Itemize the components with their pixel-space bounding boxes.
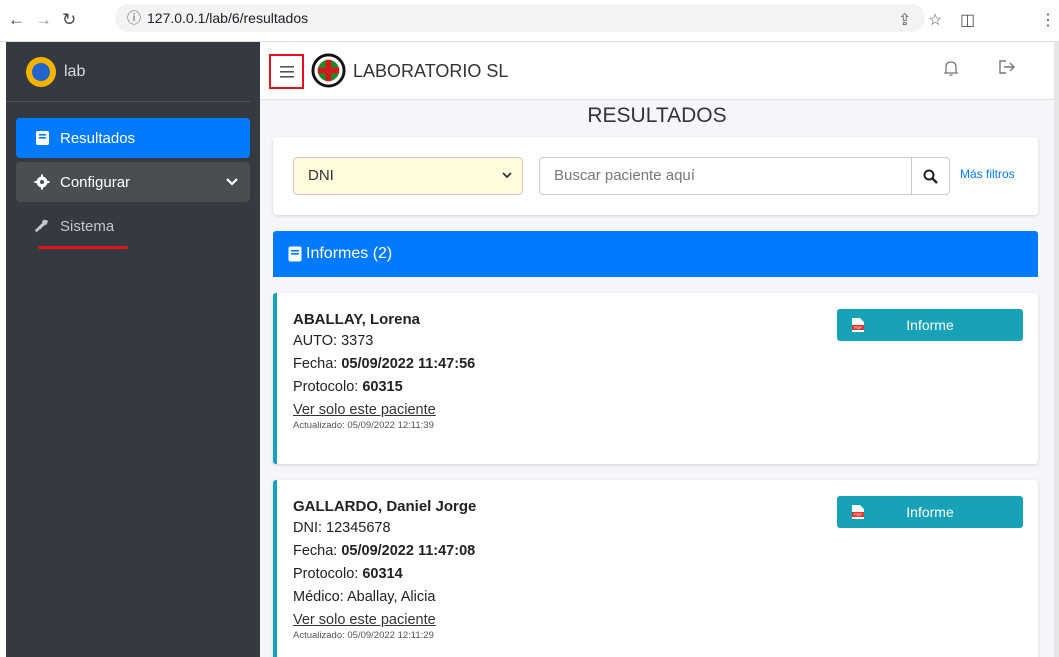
updated-timestamp: Actualizado: 05/09/2022 12:11:39: [293, 420, 434, 431]
menu-dots-icon[interactable]: ⋮: [1040, 10, 1056, 30]
svg-text:PDF: PDF: [854, 325, 863, 330]
result-date: Fecha: 05/09/2022 11:47:56: [293, 356, 476, 372]
more-filters-link[interactable]: Más filtros: [960, 167, 1015, 181]
bell-icon[interactable]: [943, 60, 959, 81]
filter-card: DNI Buscar paciente aquí Más filtros: [273, 137, 1038, 215]
pdf-icon: PDF: [852, 505, 864, 519]
sidebar-item-label: Resultados: [60, 129, 136, 147]
url-text: 127.0.0.1/lab/6/resultados: [147, 10, 309, 26]
sidebar-item-label: Configurar: [60, 173, 131, 191]
informe-label: Informe: [906, 504, 954, 520]
view-patient-link[interactable]: Ver solo este paciente: [293, 612, 1038, 628]
informe-button[interactable]: PDF Informe: [837, 309, 1023, 341]
sidebar-item-resultados[interactable]: Resultados: [16, 118, 250, 158]
tools-icon: [34, 218, 50, 234]
address-bar[interactable]: ⓘ 127.0.0.1/lab/6/resultados: [115, 4, 925, 32]
reload-icon[interactable]: ↻: [62, 10, 76, 30]
sidebar-item-sistema[interactable]: Sistema: [16, 206, 250, 246]
menu-toggle-button[interactable]: [269, 54, 304, 89]
result-card: ABALLAY, Lorena AUTO: 3373 Fecha: 05/09/…: [273, 293, 1038, 464]
lab-logo-icon: [311, 53, 346, 88]
share-icon[interactable]: ⇪: [898, 10, 911, 30]
doc-type-value: DNI: [308, 167, 334, 184]
result-date: Fecha: 05/09/2022 11:47:08: [293, 543, 476, 559]
view-patient-link[interactable]: Ver solo este paciente: [293, 402, 1038, 418]
doc-type-select[interactable]: DNI: [293, 157, 523, 195]
brand[interactable]: lab: [6, 42, 250, 102]
result-protocol: Protocolo: 60315: [293, 379, 403, 395]
search-button[interactable]: [912, 157, 950, 195]
search-icon: [923, 169, 938, 184]
search-input[interactable]: Buscar paciente aquí: [539, 157, 912, 195]
chevron-down-icon: [502, 158, 512, 194]
svg-text:PDF: PDF: [854, 512, 863, 517]
informe-button[interactable]: PDF Informe: [837, 496, 1023, 528]
gear-icon: [34, 174, 50, 190]
hamburger-icon: [279, 65, 294, 78]
sidebar-item-configurar[interactable]: Configurar: [16, 162, 250, 202]
informes-title: Informes (2): [306, 245, 393, 262]
info-icon[interactable]: ⓘ: [127, 10, 141, 26]
logout-icon[interactable]: [998, 59, 1016, 80]
forward-icon[interactable]: →: [35, 10, 52, 30]
sidebar-item-label: Sistema: [60, 217, 115, 235]
result-card: GALLARDO, Daniel Jorge DNI: 12345678 Fec…: [273, 480, 1038, 657]
updated-timestamp: Actualizado: 05/09/2022 12:11:29: [293, 630, 434, 641]
page-title: RESULTADOS: [587, 104, 727, 127]
main-content: LABORATORIO SL RESULTADOS DNI Buscar pac…: [260, 42, 1054, 657]
top-navbar: LABORATORIO SL: [260, 42, 1054, 100]
scrollbar[interactable]: [1054, 42, 1059, 657]
browser-toolbar: ← → ↻ ⓘ 127.0.0.1/lab/6/resultados ⇪ ☆ ◫ …: [0, 0, 1059, 42]
lab-name: LABORATORIO SL: [353, 61, 509, 81]
sidepanel-icon[interactable]: ◫: [960, 10, 975, 30]
sidebar-menu: Resultados Configurar Sistema: [6, 102, 260, 246]
highlight-underline: [38, 246, 128, 249]
pdf-icon: PDF: [852, 318, 864, 332]
result-protocol: Protocolo: 60314: [293, 566, 403, 582]
star-icon[interactable]: ☆: [928, 10, 942, 30]
informes-header: Informes (2): [273, 231, 1038, 277]
sidebar: lab Resultados Configurar Sistema: [6, 42, 260, 657]
chevron-down-icon: [226, 175, 238, 189]
brand-logo-icon: [26, 56, 56, 87]
back-icon[interactable]: ←: [8, 10, 25, 30]
brand-text: lab: [64, 62, 86, 80]
result-doctor: Médico: Aballay, Alicia: [293, 589, 436, 605]
informe-label: Informe: [906, 317, 954, 333]
book-icon: [34, 130, 50, 146]
book-icon: [288, 246, 302, 262]
